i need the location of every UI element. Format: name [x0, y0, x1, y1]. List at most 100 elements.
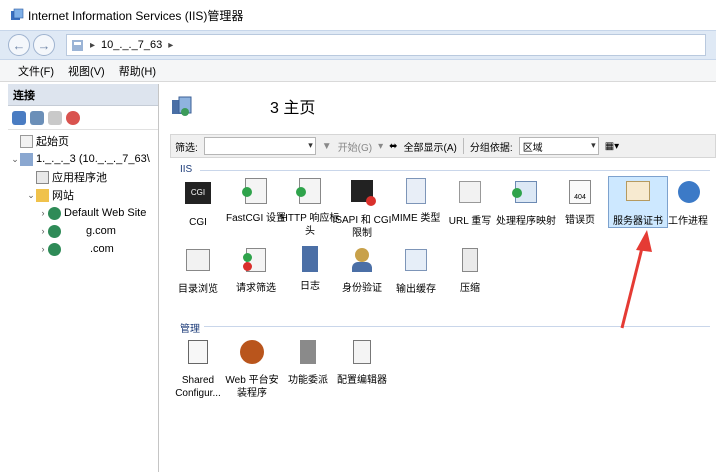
filter-input[interactable]	[203, 137, 316, 155]
filter-label: 筛选:	[175, 142, 198, 154]
connect-icon[interactable]	[12, 110, 26, 125]
tree-item-app-pools[interactable]: 应用程序池	[8, 168, 158, 186]
tree-item-server[interactable]: ⌄ 1._._._3 (10._._._7_63\	[8, 150, 158, 168]
view-toggle-icon[interactable]: ▦▾	[605, 141, 619, 152]
tree-item-label: 网站	[52, 190, 74, 202]
tree-item-label: .com	[90, 243, 114, 255]
feature-http-headers[interactable]: HTTP 响应标头	[280, 178, 340, 238]
server-icon	[20, 152, 33, 166]
feature-compression[interactable]: 压缩	[440, 246, 500, 295]
tree-item-label: 应用程序池	[52, 172, 107, 184]
tree-item-label: g.com	[86, 225, 116, 237]
feature-delegation[interactable]: 功能委派	[278, 338, 338, 387]
chevron-right-icon[interactable]: ›	[38, 226, 48, 236]
feature-web-platform-installer[interactable]: Web 平台安装程序	[222, 338, 282, 400]
error-page-icon: 404	[565, 180, 595, 210]
start-filter-button[interactable]: 开始(G)	[338, 139, 372, 154]
page-title: 3 主页	[170, 94, 315, 118]
disconnect-icon[interactable]	[66, 110, 80, 125]
config-editor-icon	[347, 340, 377, 370]
tree-item-label: Default Web Site	[64, 207, 147, 219]
chevron-down-icon[interactable]: ⌄	[10, 154, 20, 165]
groupby-value: 区域	[522, 142, 543, 154]
feature-config-editor[interactable]: 配置编辑器	[332, 338, 392, 387]
feature-handler-mapping[interactable]: 处理程序映射	[496, 178, 556, 228]
feature-fastcgi[interactable]: FastCGI 设置	[226, 178, 286, 225]
section-iis-label: IIS	[180, 164, 193, 175]
show-all-button[interactable]: 全部显示(A)	[404, 139, 457, 154]
globe-icon	[48, 242, 61, 256]
feature-isapi-cgi[interactable]: ISAPI 和 CGI 限制	[332, 178, 392, 240]
up-icon[interactable]	[48, 110, 62, 125]
feature-request-filtering[interactable]: 请求筛选	[226, 246, 286, 295]
feature-label: 工作进程	[668, 216, 708, 227]
feature-shared-config[interactable]: Shared Configur...	[168, 338, 228, 400]
feature-label: HTTP 响应标头	[280, 213, 340, 237]
chevron-right-icon[interactable]: ▸	[168, 40, 173, 51]
server-icon	[72, 39, 83, 51]
chevron-right-icon[interactable]: ›	[38, 208, 48, 218]
feature-label: 错误页	[565, 215, 595, 226]
chevron-down-icon[interactable]: ⌄	[26, 190, 36, 201]
feature-directory-browsing[interactable]: 目录浏览	[168, 246, 228, 296]
dropdown-arrow-icon[interactable]: ▾	[378, 141, 383, 152]
feature-error-pages[interactable]: 404 错误页	[550, 178, 610, 227]
worker-process-icon	[678, 181, 708, 211]
funnel-icon[interactable]: ▼	[322, 141, 332, 152]
web-platform-icon	[237, 340, 267, 370]
tree-item-site[interactable]: › .com	[8, 240, 158, 258]
menu-file[interactable]: 文件(F)	[18, 63, 54, 79]
chevron-right-icon[interactable]: ›	[38, 244, 48, 254]
compression-icon	[455, 248, 485, 278]
tree-item-default-web-site[interactable]: › Default Web Site	[8, 204, 158, 222]
feature-label: URL 重写	[448, 216, 492, 227]
groupby-label: 分组依据:	[469, 142, 513, 154]
feature-label: 配置编辑器	[337, 375, 387, 386]
back-button[interactable]: ←	[8, 34, 30, 56]
menu-help[interactable]: 帮助(H)	[119, 63, 156, 79]
feature-mime[interactable]: MIME 类型	[386, 178, 446, 225]
feature-label: 请求筛选	[236, 283, 276, 294]
feature-label: 服务器证书	[613, 216, 663, 227]
title-bar: Internet Information Services (IIS)管理器	[0, 0, 716, 30]
tree-item-sites[interactable]: ⌄ 网站	[8, 186, 158, 204]
tree-item-label: 1._._._3 (10._._._7_63\	[36, 153, 150, 165]
features-view: 3 主页 筛选: ▼ 开始(G) ▾ ⬌ 全部显示(A) 分组依据: 区域 ▦▾…	[160, 84, 716, 472]
request-filter-icon	[241, 248, 271, 278]
save-icon[interactable]	[30, 110, 44, 125]
feature-label: 身份验证	[342, 283, 382, 294]
http-headers-icon	[295, 178, 325, 208]
feature-label: ISAPI 和 CGI 限制	[332, 215, 392, 239]
globe-icon	[48, 224, 61, 238]
breadcrumb-server[interactable]: 10_._._7_63	[101, 39, 162, 51]
filter-toolbar: 筛选: ▼ 开始(G) ▾ ⬌ 全部显示(A) 分组依据: 区域 ▦▾	[170, 134, 716, 158]
output-cache-icon	[401, 249, 431, 279]
feature-server-certificates[interactable]: 服务器证书	[608, 176, 668, 228]
connections-panel: 连接 起始页 ⌄ 1._._._3 (10._._._7_63\ 应用程序池 ⌄…	[8, 84, 159, 472]
feature-label: 功能委派	[288, 375, 328, 386]
show-all-icon: ⬌	[389, 140, 398, 152]
folder-icon	[36, 188, 49, 202]
feature-label: Web 平台安装程序	[225, 375, 279, 399]
address-bar[interactable]: ▸ 10_._._7_63 ▸	[66, 34, 706, 56]
window-title: Internet Information Services (IIS)管理器	[28, 8, 244, 23]
feature-url-rewrite[interactable]: URL 重写	[440, 178, 500, 228]
page-title-text: 3 主页	[270, 100, 316, 117]
forward-button[interactable]: →	[33, 34, 55, 56]
tree-item-label: 起始页	[36, 136, 69, 148]
tree-item-start-page[interactable]: 起始页	[8, 132, 158, 150]
feature-delegation-icon	[293, 340, 323, 370]
menu-view[interactable]: 视图(V)	[68, 63, 105, 79]
groupby-select[interactable]: 区域	[518, 137, 599, 155]
feature-cgi[interactable]: CGI CGI	[168, 178, 228, 229]
connections-header: 连接	[8, 84, 158, 106]
feature-logging[interactable]: 日志	[280, 246, 340, 293]
feature-worker-processes[interactable]: 工作进程	[668, 178, 716, 228]
feature-authentication[interactable]: 身份验证	[332, 246, 392, 295]
feature-label: CGI	[189, 217, 207, 228]
feature-output-caching[interactable]: 输出缓存	[386, 246, 446, 296]
globe-icon	[48, 206, 61, 220]
handler-mapping-icon	[511, 181, 541, 211]
iis-app-icon	[11, 8, 24, 20]
tree-item-site[interactable]: › g.com	[8, 222, 158, 240]
